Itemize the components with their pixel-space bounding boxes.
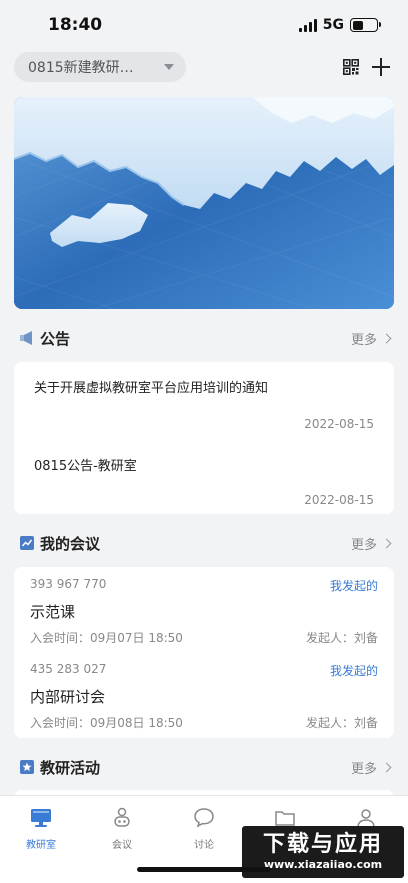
announcements-card: 关于开展虚拟教研室平台应用培训的通知 2022-08-15 0815公告-教研室… xyxy=(14,362,394,514)
chart-icon xyxy=(20,536,34,550)
meetings-card: 393 967 770 我发起的 示范课 入会时间：09月07日 18:50 发… xyxy=(14,567,394,738)
banner-graphic xyxy=(14,97,394,309)
meeting-title: 示范课 xyxy=(30,603,76,621)
announcements-title: 公告 xyxy=(40,329,71,348)
announcements-header: 公告 更多 xyxy=(20,326,392,350)
announcement-date: 2022-08-15 xyxy=(304,417,374,431)
room-selector[interactable]: 0815新建教研… xyxy=(14,52,186,82)
add-icon[interactable] xyxy=(372,58,390,76)
chevron-right-icon xyxy=(381,762,392,773)
meeting-tag: 我发起的 xyxy=(329,579,378,593)
announcements-more-link[interactable]: 更多 xyxy=(350,329,392,348)
meeting-title: 内部研讨会 xyxy=(30,688,106,706)
meeting-icon xyxy=(114,807,130,827)
tab-discussion[interactable]: 讨论 xyxy=(174,806,234,851)
more-label: 更多 xyxy=(350,538,377,553)
room-selector-label: 0815新建教研… xyxy=(28,60,134,76)
app-screen: 18:40 5G 0815新建教研… 公告 更多 关于开展虚拟教研室平台应用培训… xyxy=(0,0,408,883)
status-time: 18:40 xyxy=(48,15,103,35)
monitor-icon xyxy=(31,809,51,827)
activities-header: 教研活动 更多 xyxy=(20,755,392,779)
more-label: 更多 xyxy=(350,762,377,777)
meeting-host: 发起人：刘备 xyxy=(305,716,378,730)
meeting-host: 发起人：刘备 xyxy=(305,631,378,645)
banner-image[interactable] xyxy=(14,97,394,309)
meetings-more-link[interactable]: 更多 xyxy=(350,534,392,553)
chat-icon xyxy=(194,808,214,828)
meetings-header: 我的会议 更多 xyxy=(20,531,392,555)
chevron-right-icon xyxy=(381,538,392,549)
tab-label: 会议 xyxy=(112,840,132,851)
megaphone-icon xyxy=(20,331,32,345)
announcement-item[interactable]: 0815公告-教研室 xyxy=(34,455,137,474)
more-label: 更多 xyxy=(350,333,377,348)
network-label: 5G xyxy=(322,17,344,33)
meeting-id: 393 967 770 xyxy=(30,577,107,591)
battery-icon xyxy=(350,18,381,32)
star-badge-icon xyxy=(20,760,34,774)
tab-label: 讨论 xyxy=(194,840,214,851)
announcement-date: 2022-08-15 xyxy=(304,493,374,507)
chevron-right-icon xyxy=(381,333,392,344)
meeting-time: 入会时间：09月07日 18:50 xyxy=(30,631,183,645)
qr-code-icon[interactable] xyxy=(343,59,359,75)
signal-icon xyxy=(298,18,317,32)
activities-more-link[interactable]: 更多 xyxy=(350,758,392,777)
top-bar: 0815新建教研… xyxy=(0,50,408,86)
tab-label: 教研室 xyxy=(26,840,56,851)
announcement-item[interactable]: 关于开展虚拟教研室平台应用培训的通知 xyxy=(34,377,268,396)
meeting-tag: 我发起的 xyxy=(329,664,378,678)
tab-meetings[interactable]: 会议 xyxy=(92,806,152,851)
watermark-url: www.xiazaiiao.com xyxy=(263,858,383,871)
home-indicator xyxy=(137,867,271,872)
meeting-time: 入会时间：09月08日 18:50 xyxy=(30,716,183,730)
status-indicators: 5G xyxy=(298,17,381,33)
activities-title: 教研活动 xyxy=(40,758,101,777)
tab-teaching-room[interactable]: 教研室 xyxy=(11,806,71,851)
meetings-title: 我的会议 xyxy=(40,534,101,553)
status-bar: 18:40 5G xyxy=(0,0,408,50)
meeting-id: 435 283 027 xyxy=(30,662,107,676)
watermark-title: 下载与应用 xyxy=(262,832,383,857)
caret-down-icon xyxy=(164,64,174,70)
